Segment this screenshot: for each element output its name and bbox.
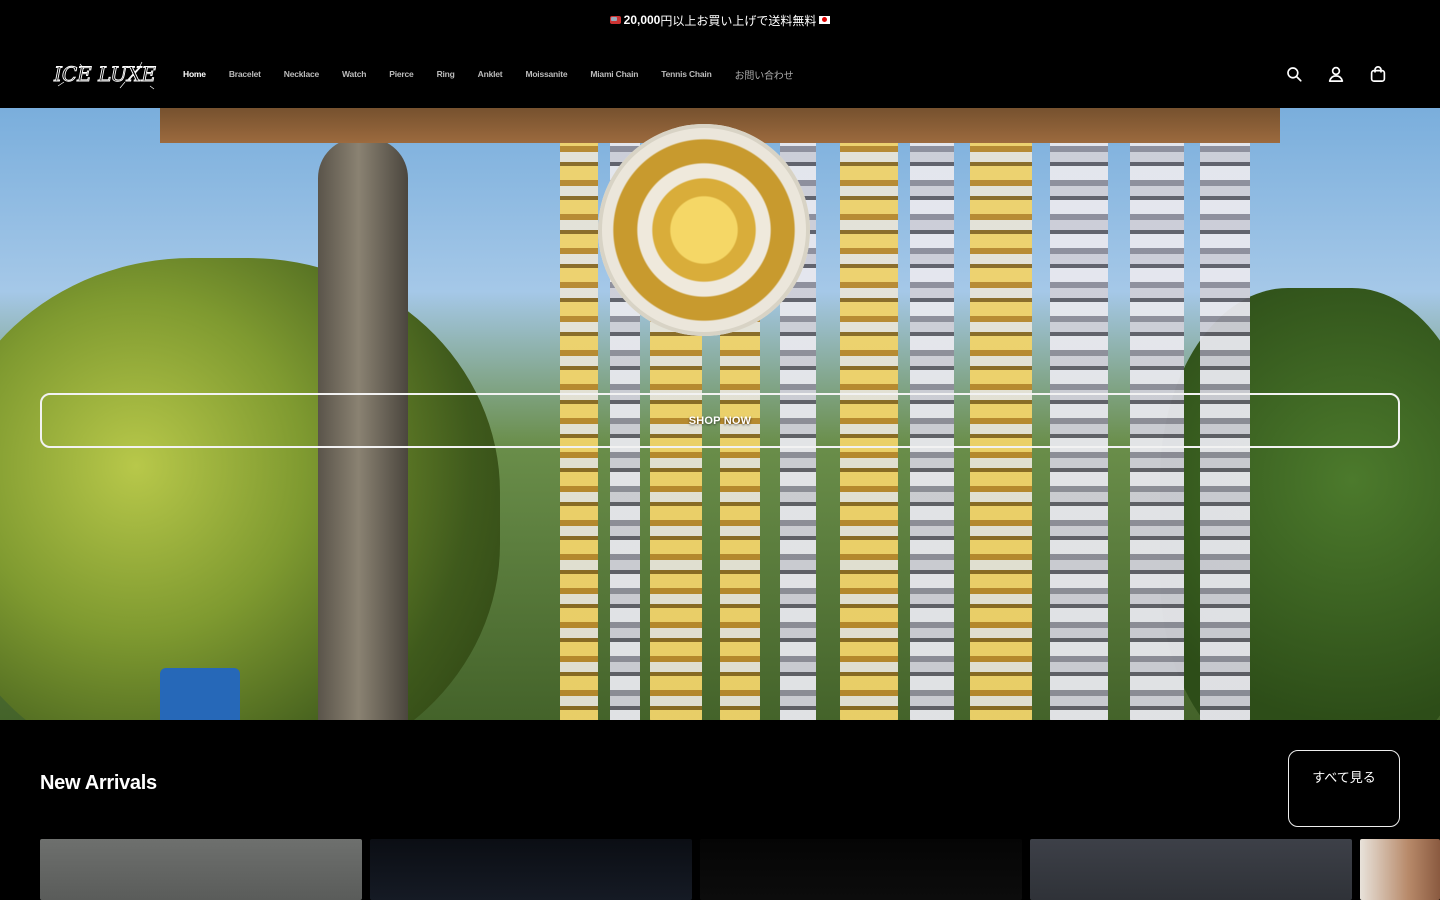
shop-now-button[interactable]: SHOP NOW [40, 393, 1400, 448]
view-all-button[interactable]: すべて見る [1288, 750, 1400, 827]
search-icon [1287, 67, 1302, 82]
product-card[interactable] [40, 839, 362, 900]
hero-blue-object [160, 668, 240, 720]
cart-button[interactable] [1366, 62, 1390, 86]
cart-icon [1370, 66, 1386, 82]
main-nav: Home Bracelet Necklace Watch Pierce Ring… [183, 40, 816, 108]
nav-item-necklace[interactable]: Necklace [284, 69, 319, 79]
hero-banner: SHOP NOW [0, 108, 1440, 720]
product-card[interactable] [1030, 839, 1352, 900]
logo-text: ICE LUXE [53, 62, 156, 86]
nav-item-anklet[interactable]: Anklet [478, 69, 503, 79]
nav-item-tennis-chain[interactable]: Tennis Chain [661, 69, 712, 79]
site-header: ICE LUXE Home Bracelet Necklace Watch Pi… [0, 40, 1440, 108]
site-logo[interactable]: ICE LUXE [50, 56, 160, 94]
product-card[interactable] [1360, 839, 1440, 900]
logo-icon: ICE LUXE [53, 62, 157, 90]
announcement-amount: 20,000 [623, 13, 661, 27]
new-arrivals-title: New Arrivals [40, 772, 157, 794]
nav-item-ring[interactable]: Ring [437, 69, 455, 79]
hero-medallion [598, 124, 810, 336]
nav-item-miami-chain[interactable]: Miami Chain [590, 69, 638, 79]
product-carousel [40, 839, 1440, 900]
account-button[interactable] [1324, 62, 1348, 86]
search-button[interactable] [1282, 62, 1306, 86]
product-card[interactable] [370, 839, 692, 900]
nav-item-pierce[interactable]: Pierce [389, 69, 414, 79]
nav-item-contact[interactable]: お問い合わせ [735, 67, 794, 82]
nav-item-bracelet[interactable]: Bracelet [229, 69, 261, 79]
japan-flag-icon [819, 16, 831, 24]
nav-item-watch[interactable]: Watch [342, 69, 366, 79]
announcement-bar: 20,000 円以上お買い上げで送料無料 [0, 0, 1440, 40]
nav-item-moissanite[interactable]: Moissanite [525, 69, 567, 79]
hero-foliage-left [0, 258, 500, 720]
account-icon [1328, 66, 1344, 82]
truck-icon [609, 16, 621, 24]
product-card[interactable] [700, 839, 1022, 900]
announcement-text: 円以上お買い上げで送料無料 [660, 13, 817, 28]
header-icons [1264, 62, 1390, 86]
nav-item-home[interactable]: Home [183, 69, 206, 79]
